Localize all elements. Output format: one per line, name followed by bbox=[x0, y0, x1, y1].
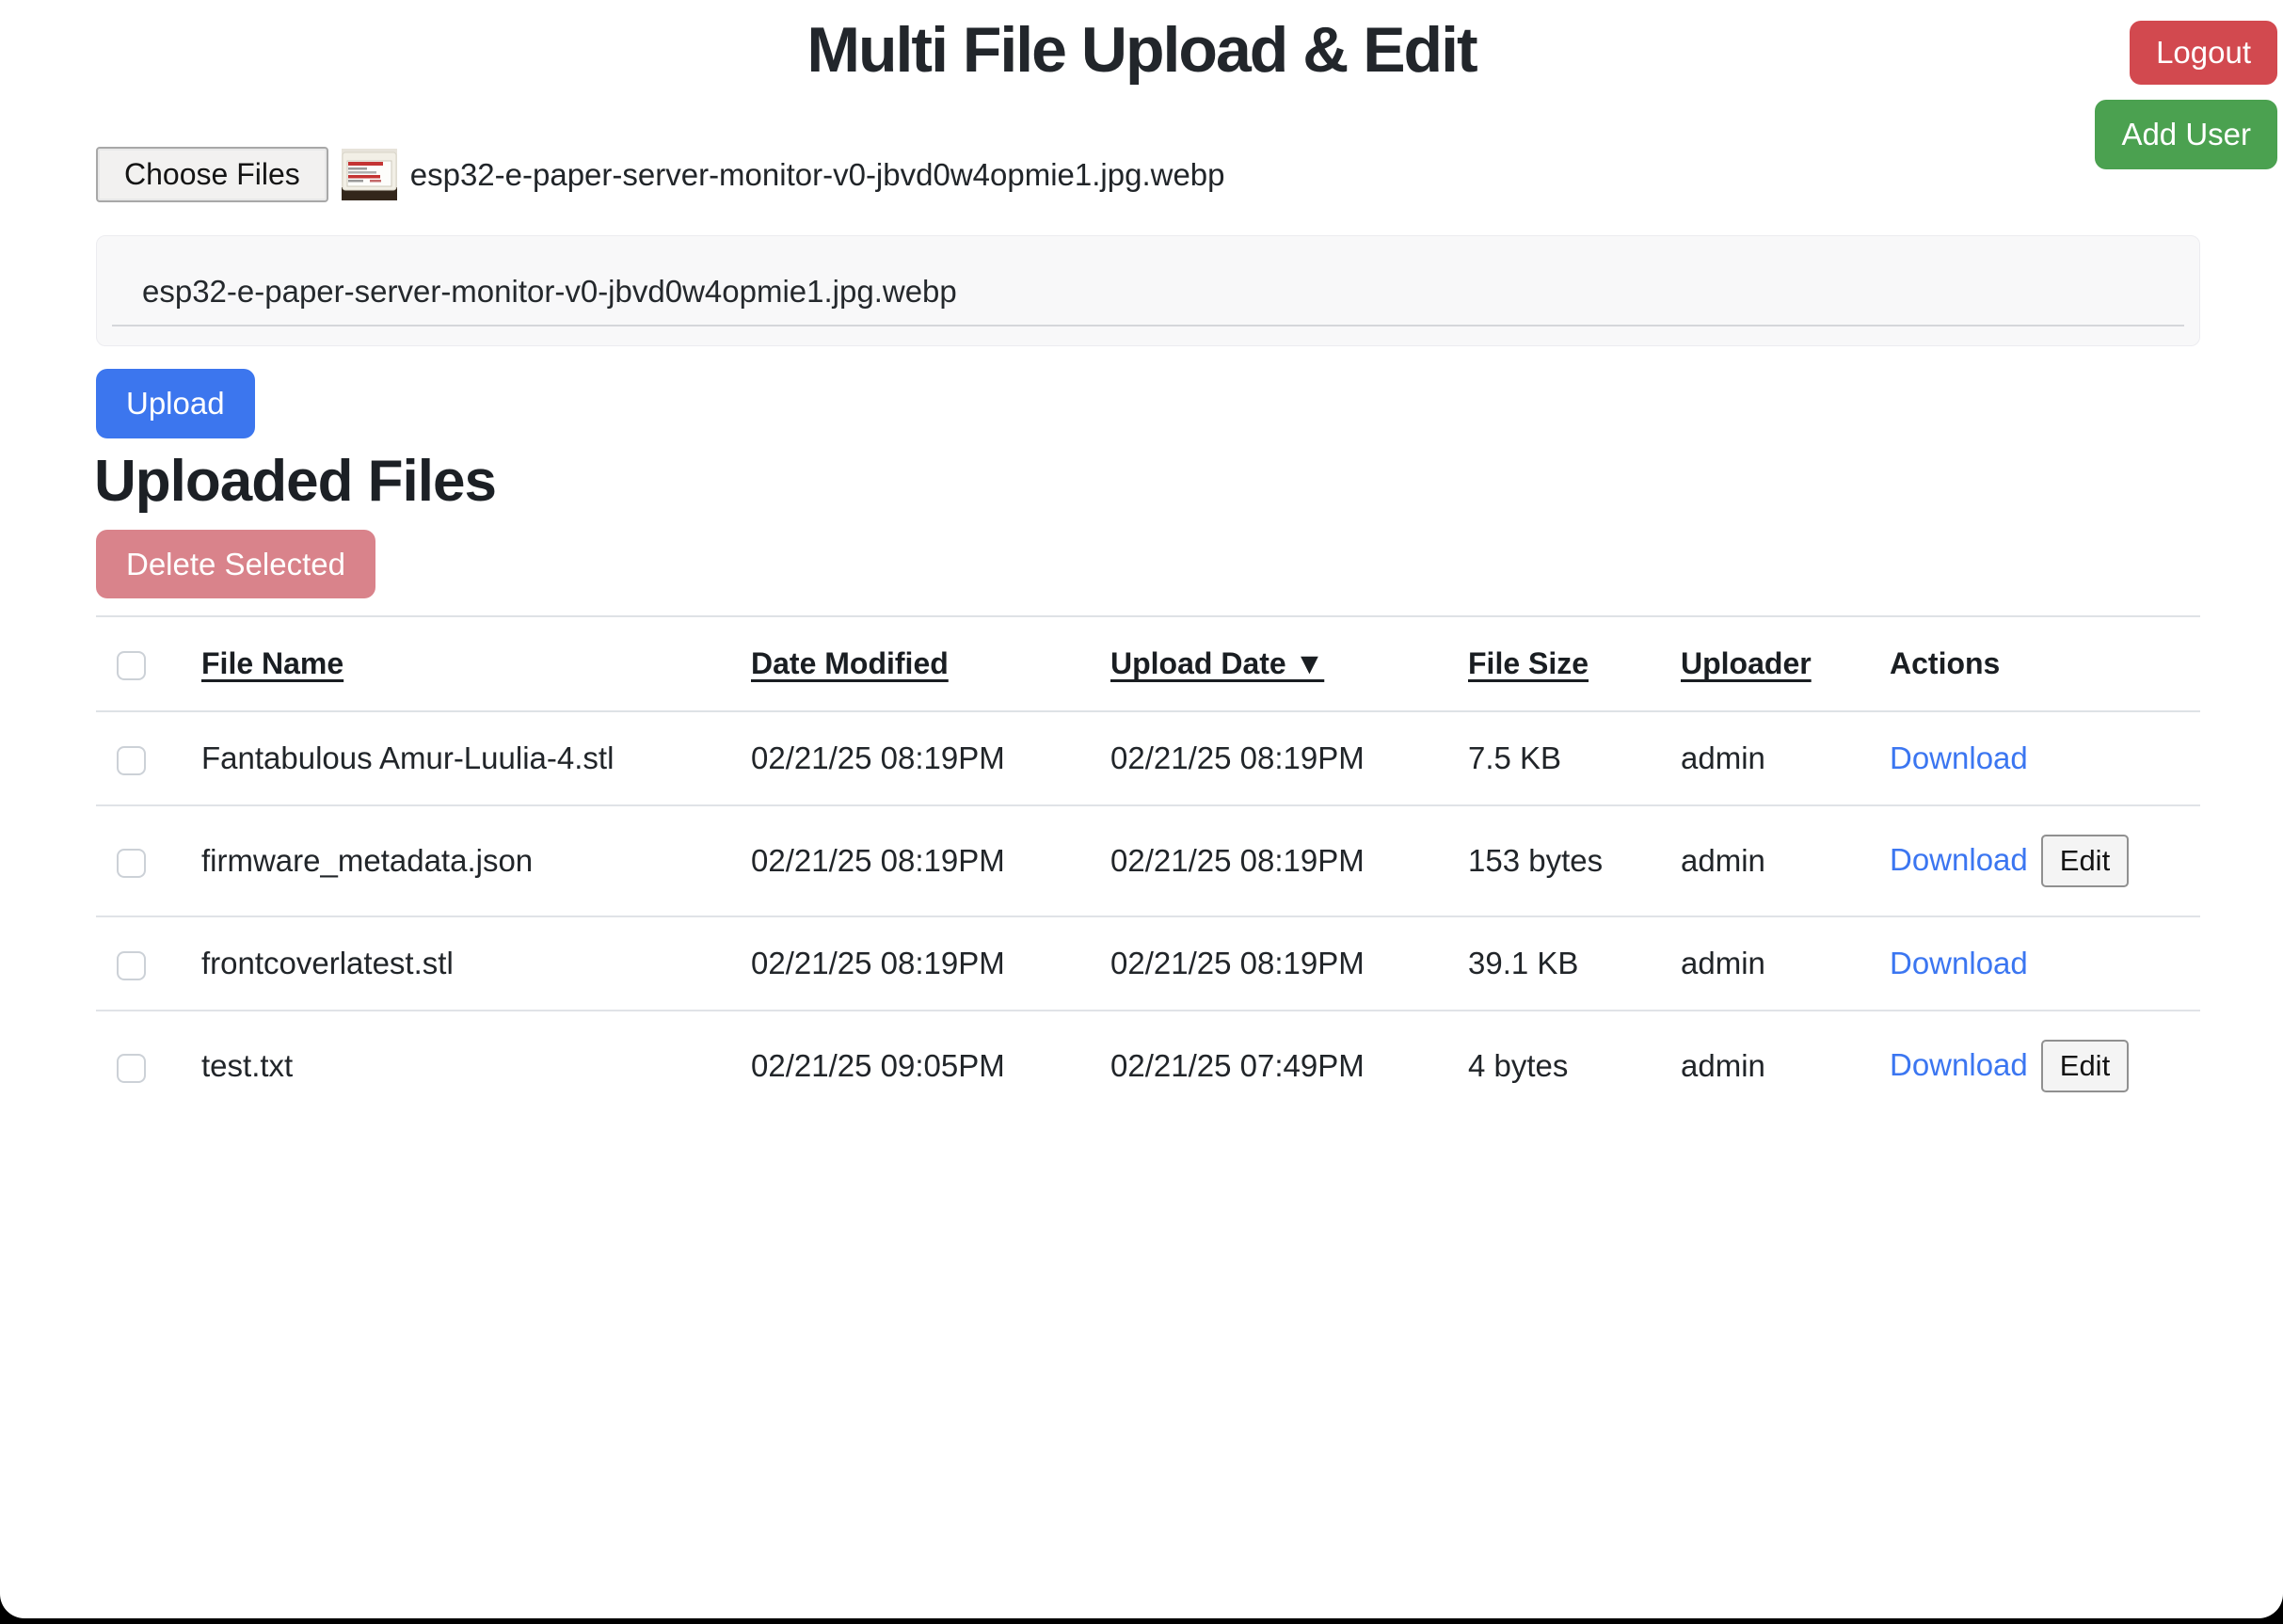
upload-date-cell: 02/21/25 08:19PM bbox=[1110, 916, 1468, 1011]
column-header-uploader[interactable]: Uploader bbox=[1681, 616, 1890, 711]
table-row: Fantabulous Amur-Luulia-4.stl 02/21/25 0… bbox=[96, 711, 2200, 805]
date-modified-cell: 02/21/25 09:05PM bbox=[751, 1011, 1110, 1121]
file-size-cell: 39.1 KB bbox=[1468, 916, 1681, 1011]
uploader-cell: admin bbox=[1681, 805, 1890, 916]
choose-files-button[interactable]: Choose Files bbox=[96, 147, 328, 202]
file-name-cell: frontcoverlatest.stl bbox=[201, 916, 751, 1011]
logout-button[interactable]: Logout bbox=[2130, 21, 2277, 85]
column-header-upload-date[interactable]: Upload Date ▼ bbox=[1110, 616, 1468, 711]
delete-selected-button[interactable]: Delete Selected bbox=[96, 530, 375, 599]
file-size-cell: 153 bytes bbox=[1468, 805, 1681, 916]
row-checkbox[interactable] bbox=[117, 746, 146, 775]
row-select-cell bbox=[96, 805, 201, 916]
download-link[interactable]: Download bbox=[1890, 1047, 2028, 1082]
files-table-body: Fantabulous Amur-Luulia-4.stl 02/21/25 0… bbox=[96, 711, 2200, 1121]
date-modified-cell: 02/21/25 08:19PM bbox=[751, 711, 1110, 805]
date-modified-cell: 02/21/25 08:19PM bbox=[751, 805, 1110, 916]
file-size-cell: 4 bytes bbox=[1468, 1011, 1681, 1121]
upload-button[interactable]: Upload bbox=[96, 369, 255, 438]
upload-date-cell: 02/21/25 07:49PM bbox=[1110, 1011, 1468, 1121]
row-checkbox[interactable] bbox=[117, 951, 146, 980]
table-header-row: File Name Date Modified Upload Date ▼ Fi… bbox=[96, 616, 2200, 711]
table-row: firmware_metadata.json 02/21/25 08:19PM … bbox=[96, 805, 2200, 916]
select-all-cell bbox=[96, 616, 201, 711]
file-size-cell: 7.5 KB bbox=[1468, 711, 1681, 805]
row-select-cell bbox=[96, 711, 201, 805]
column-header-date-modified[interactable]: Date Modified bbox=[751, 616, 1110, 711]
actions-cell: Download bbox=[1890, 916, 2200, 1011]
upload-date-cell: 02/21/25 08:19PM bbox=[1110, 805, 1468, 916]
row-select-cell bbox=[96, 1011, 201, 1121]
select-all-checkbox[interactable] bbox=[117, 651, 146, 680]
selected-file-thumbnail-image bbox=[342, 149, 397, 200]
column-header-file-size[interactable]: File Size bbox=[1468, 616, 1681, 711]
add-user-button[interactable]: Add User bbox=[2095, 100, 2277, 169]
upload-queue-panel: esp32-e-paper-server-monitor-v0-jbvd0w4o… bbox=[96, 235, 2200, 346]
date-modified-cell: 02/21/25 08:19PM bbox=[751, 916, 1110, 1011]
uploader-cell: admin bbox=[1681, 1011, 1890, 1121]
page-title: Multi File Upload & Edit bbox=[0, 0, 2283, 87]
actions-cell: Download bbox=[1890, 711, 2200, 805]
file-input-row: Choose Files esp32-e-paper-server-monito… bbox=[96, 147, 2200, 202]
actions-cell: Download Edit bbox=[1890, 805, 2200, 916]
table-row: frontcoverlatest.stl 02/21/25 08:19PM 02… bbox=[96, 916, 2200, 1011]
row-checkbox[interactable] bbox=[117, 1054, 146, 1083]
row-select-cell bbox=[96, 916, 201, 1011]
file-name-cell: firmware_metadata.json bbox=[201, 805, 751, 916]
column-header-actions: Actions bbox=[1890, 616, 2200, 711]
uploader-cell: admin bbox=[1681, 916, 1890, 1011]
file-name-cell: test.txt bbox=[201, 1011, 751, 1121]
row-checkbox[interactable] bbox=[117, 849, 146, 878]
table-row: test.txt 02/21/25 09:05PM 02/21/25 07:49… bbox=[96, 1011, 2200, 1121]
download-link[interactable]: Download bbox=[1890, 842, 2028, 877]
app-window: Logout Add User Multi File Upload & Edit… bbox=[0, 0, 2283, 1618]
uploader-cell: admin bbox=[1681, 711, 1890, 805]
queued-file-name: esp32-e-paper-server-monitor-v0-jbvd0w4o… bbox=[112, 247, 2184, 326]
upload-date-cell: 02/21/25 08:19PM bbox=[1110, 711, 1468, 805]
edit-button[interactable]: Edit bbox=[2041, 1040, 2129, 1092]
actions-cell: Download Edit bbox=[1890, 1011, 2200, 1121]
download-link[interactable]: Download bbox=[1890, 740, 2028, 775]
uploaded-files-heading: Uploaded Files bbox=[94, 448, 2283, 515]
files-table: File Name Date Modified Upload Date ▼ Fi… bbox=[96, 615, 2200, 1121]
edit-button[interactable]: Edit bbox=[2041, 835, 2129, 887]
column-header-file-name[interactable]: File Name bbox=[201, 616, 751, 711]
file-name-cell: Fantabulous Amur-Luulia-4.stl bbox=[201, 711, 751, 805]
selected-file-name: esp32-e-paper-server-monitor-v0-jbvd0w4o… bbox=[410, 157, 1225, 193]
download-link[interactable]: Download bbox=[1890, 946, 2028, 980]
